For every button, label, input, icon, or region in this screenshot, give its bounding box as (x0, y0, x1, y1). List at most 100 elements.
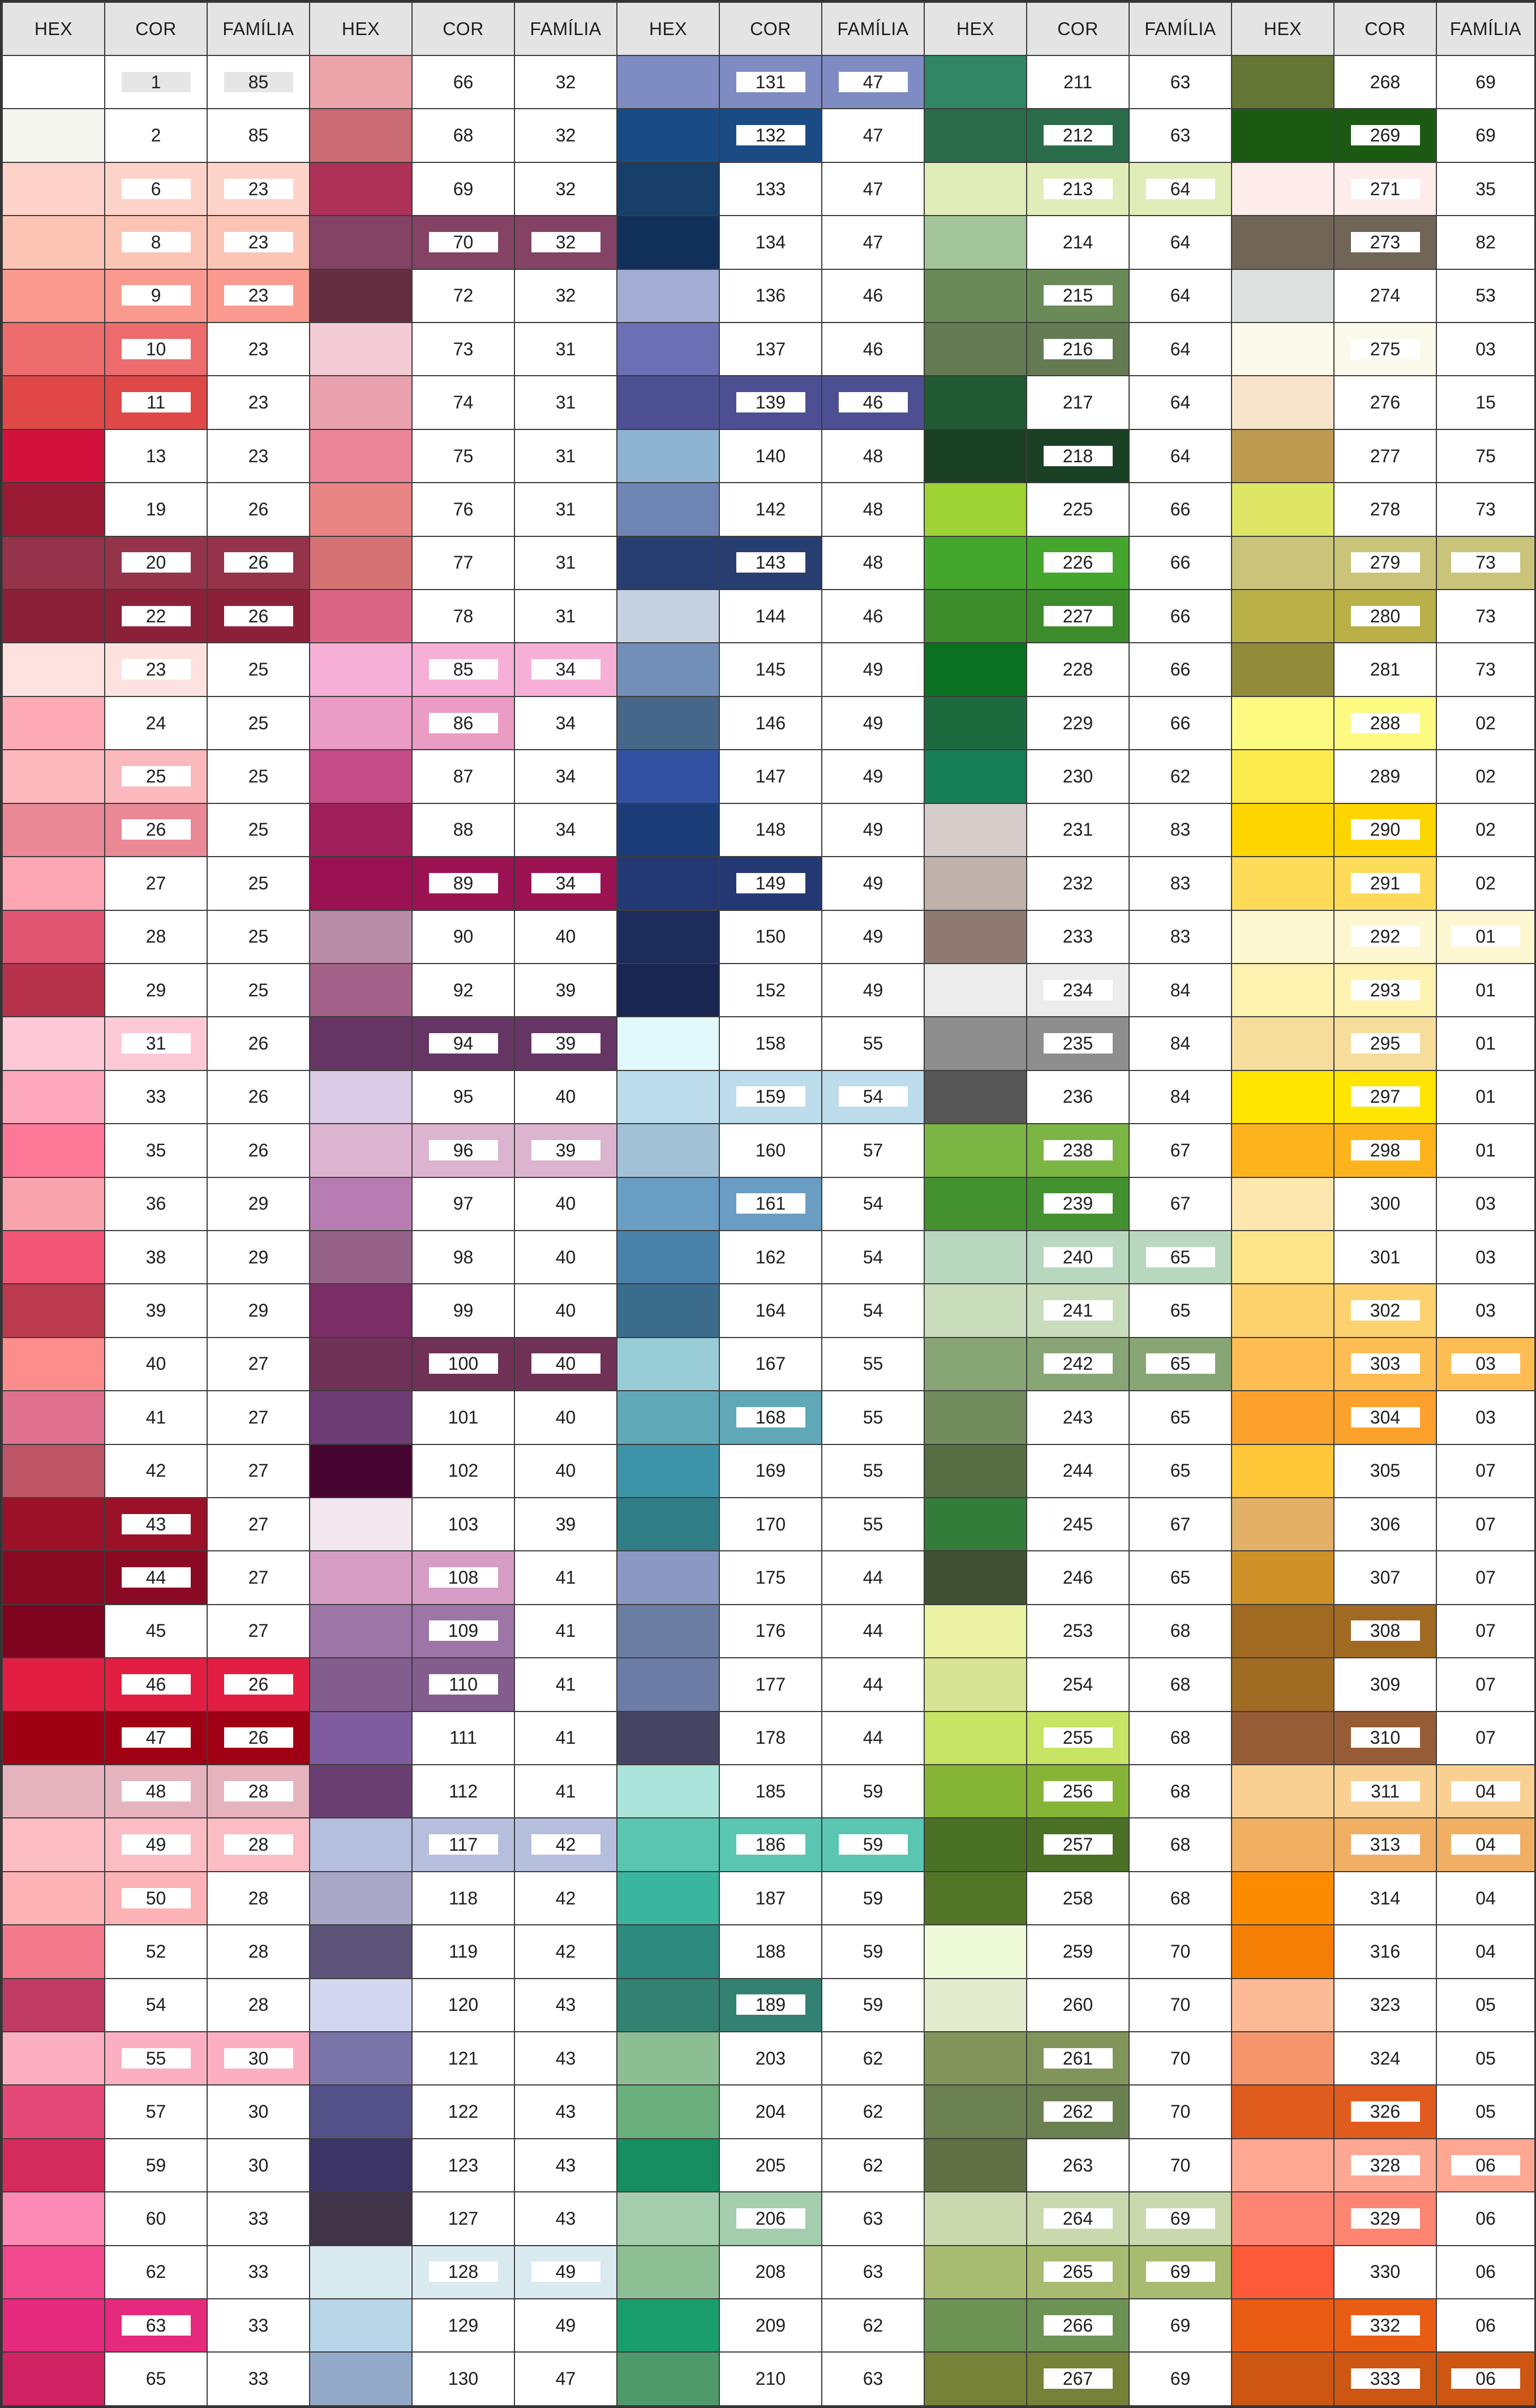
family-code: 44 (863, 1567, 883, 1588)
family-code: 63 (1170, 125, 1191, 146)
color-code: 52 (145, 1941, 166, 1962)
hex-swatch (616, 1924, 720, 1979)
family-code: 64 (1170, 231, 1191, 252)
color-code: 304 (1350, 1407, 1420, 1427)
hex-swatch (616, 322, 720, 377)
family-code: 43 (555, 2048, 576, 2069)
hex-swatch (924, 428, 1027, 484)
family-cell: 66 (1129, 642, 1232, 697)
family-cell: 46 (821, 375, 925, 430)
family-cell: 82 (1436, 215, 1535, 270)
family-code: 40 (555, 1407, 576, 1427)
color-code: 332 (1350, 2315, 1420, 2336)
family-cell: 49 (821, 962, 925, 1018)
family-cell: 06 (1436, 2298, 1535, 2353)
color-code: 99 (453, 1300, 474, 1321)
family-code: 73 (1475, 659, 1496, 680)
hex-swatch (2, 642, 105, 697)
family-code: 82 (1475, 231, 1496, 252)
hex-swatch (2, 1123, 105, 1178)
color-code: 189 (736, 1994, 805, 2015)
hex-swatch (1231, 1016, 1335, 1071)
color-code: 118 (448, 1887, 478, 1908)
header-hex: HEX (616, 2, 720, 56)
family-code: 48 (863, 445, 883, 466)
color-code-cell: 31 (104, 1016, 208, 1071)
family-cell: 57 (821, 1123, 925, 1178)
family-cell: 42 (514, 1870, 617, 1926)
table-row: 20 26 77 31 143 48 226 66 279 73 (2, 535, 1535, 591)
hex-swatch (1231, 1924, 1335, 1979)
hex-swatch (1231, 1550, 1335, 1605)
color-code: 13 (145, 445, 166, 466)
family-cell: 62 (821, 2298, 925, 2353)
hex-swatch (309, 215, 413, 270)
color-code: 143 (736, 552, 805, 573)
family-code: 34 (555, 766, 576, 786)
family-cell: 39 (514, 962, 617, 1018)
table-row: 40 27 100 40 167 55 242 65 303 03 (2, 1336, 1535, 1392)
family-code: 55 (863, 1353, 883, 1374)
family-cell: 31 (514, 482, 617, 537)
color-code-cell: 142 (719, 482, 822, 537)
family-code: 33 (248, 2208, 269, 2229)
color-code-cell: 206 (719, 2191, 822, 2246)
family-cell: 67 (1129, 1176, 1232, 1231)
color-code: 62 (145, 2261, 166, 2282)
hex-swatch (924, 2031, 1027, 2086)
family-code: 66 (1170, 552, 1191, 573)
hex-swatch (616, 2244, 720, 2300)
family-code: 30 (248, 2155, 269, 2175)
hex-swatch (309, 962, 413, 1018)
family-cell: 30 (207, 2084, 310, 2139)
family-code: 65 (1170, 1460, 1191, 1481)
color-code: 204 (755, 2101, 786, 2122)
color-code-cell: 110 (411, 1657, 515, 1712)
family-cell: 39 (514, 1016, 617, 1071)
color-code-cell: 77 (411, 535, 515, 591)
family-code: 23 (224, 285, 293, 306)
family-code: 49 (531, 2261, 600, 2282)
color-code-cell: 185 (719, 1764, 822, 1819)
family-cell: 05 (1436, 1977, 1535, 2033)
hex-swatch (924, 161, 1027, 217)
family-cell: 28 (207, 1977, 310, 2033)
family-code: 55 (863, 1460, 883, 1481)
family-cell: 43 (514, 1977, 617, 2033)
color-code: 277 (1370, 445, 1401, 466)
color-code: 278 (1370, 498, 1401, 519)
color-code-cell: 131 (719, 54, 822, 110)
hex-swatch (2, 268, 105, 324)
color-code: 298 (1350, 1140, 1420, 1160)
family-cell: 75 (1436, 428, 1535, 484)
color-code-cell: 332 (1333, 2298, 1437, 2353)
family-cell: 48 (821, 535, 925, 591)
color-code: 97 (453, 1193, 474, 1214)
family-cell: 26 (207, 482, 310, 537)
family-code: 84 (1170, 979, 1191, 1000)
family-cell: 06 (1436, 2191, 1535, 2246)
color-code-cell: 266 (1026, 2298, 1130, 2353)
family-cell: 65 (1129, 1283, 1232, 1338)
color-code: 19 (145, 498, 166, 519)
color-code-cell: 24 (104, 695, 208, 751)
color-code: 203 (755, 2048, 786, 2069)
family-code: 04 (1475, 1887, 1496, 1908)
color-code: 112 (448, 1781, 478, 1801)
family-cell: 23 (207, 215, 310, 270)
hex-swatch (924, 108, 1027, 163)
family-cell: 46 (821, 322, 925, 377)
color-code-cell: 161 (719, 1176, 822, 1231)
color-code-cell: 326 (1333, 2084, 1437, 2139)
hex-swatch (1231, 54, 1335, 110)
hex-swatch (309, 108, 413, 163)
color-code-cell: 297 (1333, 1069, 1437, 1125)
color-code-cell: 139 (719, 375, 822, 430)
table-row: 55 30 121 43 203 62 261 70 324 05 (2, 2031, 1535, 2086)
family-code: 07 (1475, 1620, 1496, 1641)
family-code: 83 (1170, 872, 1191, 893)
hex-swatch (2, 1710, 105, 1766)
family-cell: 47 (821, 215, 925, 270)
family-code: 70 (1170, 2048, 1191, 2069)
hex-swatch (2, 2138, 105, 2193)
